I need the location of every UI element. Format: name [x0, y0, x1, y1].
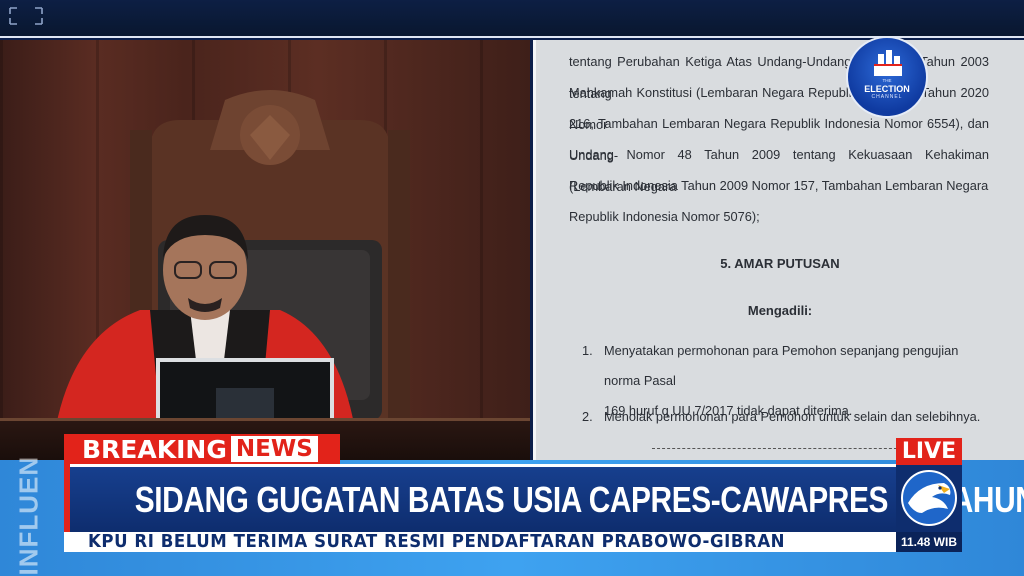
- headline-bar: SIDANG GUGATAN BATAS USIA CAPRES-CAWAPRE…: [64, 464, 1024, 532]
- breaking-news-tag: BREAKING NEWS: [64, 434, 340, 464]
- ruling-item-2: 2. Menolak permohonan para Pemohon untuk…: [582, 402, 992, 432]
- document-line: Republik Indonesia Tahun 2009 Nomor 157,…: [569, 178, 989, 193]
- eagle-logo-icon: [901, 470, 957, 526]
- election-channel-logo: THE ELECTION CHANNEL: [846, 36, 928, 118]
- section-heading: 5. AMAR PUTUSAN: [720, 256, 840, 271]
- document-line: Republik Indonesia Nomor 5076);: [569, 209, 760, 224]
- document-divider: [652, 448, 902, 449]
- logo-main-text: ELECTION: [864, 84, 910, 94]
- breaking-label: BREAKING: [82, 434, 227, 464]
- logo-top-text: THE: [882, 78, 892, 83]
- ticker-text: KPU RI BELUM TERIMA SURAT RESMI PENDAFTA…: [88, 531, 786, 552]
- headline-accent: [64, 464, 70, 532]
- section-subheading: Mengadili:: [747, 303, 813, 318]
- camera-feed: [0, 40, 530, 460]
- news-ticker: KPU RI BELUM TERIMA SURAT RESMI PENDAFTA…: [64, 532, 896, 552]
- ballot-icon: [874, 50, 902, 76]
- news-label: NEWS: [230, 436, 318, 462]
- ruling-document: tentang Perubahan Ketiga Atas Undang-Und…: [533, 40, 1024, 460]
- item-text: Menolak permohonan para Pemohon untuk se…: [604, 409, 981, 424]
- clock-time: 11.48 WIB: [896, 532, 962, 552]
- broadcast-frame: tentang Perubahan Ketiga Atas Undang-Und…: [0, 0, 1024, 576]
- desk-monitor-image: [156, 358, 334, 420]
- fullscreen-icon[interactable]: [6, 4, 46, 28]
- item-text: Menyatakan permohonan para Pemohon sepan…: [604, 343, 959, 388]
- logo-sub-text: CHANNEL: [871, 94, 903, 100]
- live-badge: LIVE: [896, 438, 962, 465]
- headline-text: SIDANG GUGATAN BATAS USIA CAPRES-CAWAPRE…: [134, 479, 1024, 520]
- top-bar: [0, 0, 1024, 38]
- side-watermark: INFLUEN: [13, 455, 44, 576]
- item-number: 1.: [582, 343, 593, 358]
- network-logo-box: [896, 465, 962, 532]
- item-number: 2.: [582, 409, 593, 424]
